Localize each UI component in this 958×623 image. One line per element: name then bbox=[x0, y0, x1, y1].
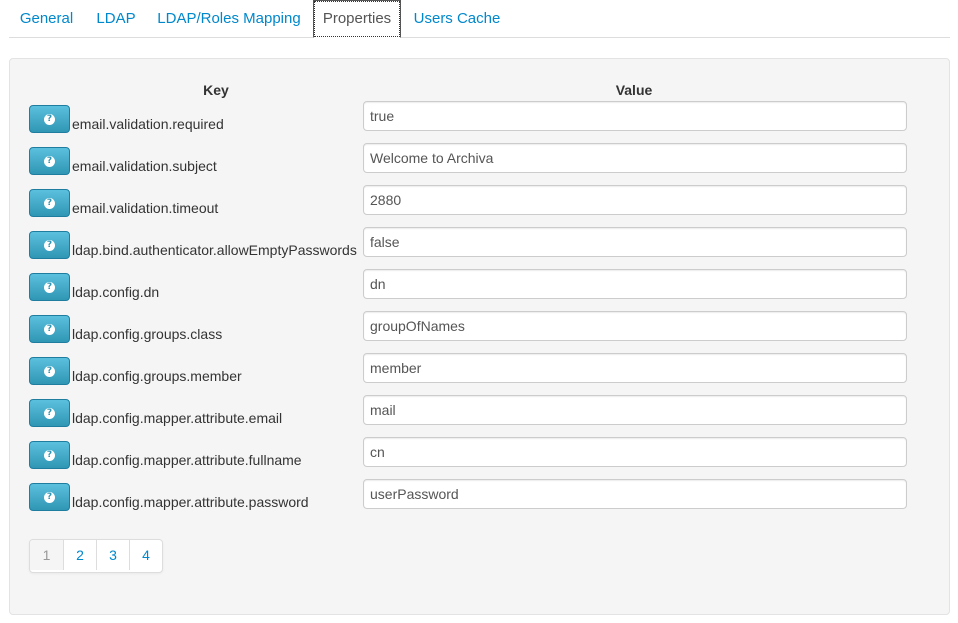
property-value-input[interactable] bbox=[363, 353, 907, 383]
question-circle-icon: ? bbox=[44, 323, 55, 335]
question-circle-icon: ? bbox=[44, 113, 55, 125]
help-button[interactable]: ? bbox=[29, 147, 70, 175]
property-value-input[interactable] bbox=[363, 185, 907, 215]
property-key: ldap.config.groups.class bbox=[72, 326, 223, 342]
value-column-header: Value bbox=[615, 82, 653, 98]
help-button[interactable]: ? bbox=[29, 483, 70, 511]
property-row: ? ldap.config.groups.member bbox=[0, 353, 958, 395]
property-value-input[interactable] bbox=[363, 227, 907, 257]
question-circle-icon: ? bbox=[44, 155, 55, 167]
property-value-input[interactable] bbox=[363, 311, 907, 341]
property-row: ? email.validation.timeout bbox=[0, 185, 958, 227]
help-button[interactable]: ? bbox=[29, 105, 70, 133]
question-circle-icon: ? bbox=[44, 197, 55, 209]
property-key: ldap.config.mapper.attribute.email bbox=[72, 410, 283, 426]
property-value-input[interactable] bbox=[363, 479, 907, 509]
question-circle-icon: ? bbox=[44, 407, 55, 419]
tab-users-cache[interactable]: Users Cache bbox=[405, 0, 509, 38]
property-key: email.validation.timeout bbox=[72, 200, 219, 216]
help-button[interactable]: ? bbox=[29, 231, 70, 259]
property-key: email.validation.required bbox=[72, 116, 224, 132]
help-button[interactable]: ? bbox=[29, 315, 70, 343]
property-value-input[interactable] bbox=[363, 101, 907, 131]
pagination: 1 2 3 4 bbox=[29, 539, 163, 573]
page-3-button[interactable]: 3 bbox=[96, 540, 129, 570]
property-value-input[interactable] bbox=[363, 143, 907, 173]
tab-ldap[interactable]: LDAP bbox=[87, 0, 145, 38]
question-circle-icon: ? bbox=[44, 365, 55, 377]
property-row: ? email.validation.subject bbox=[0, 143, 958, 185]
question-circle-icon: ? bbox=[44, 239, 55, 251]
property-key: ldap.config.dn bbox=[72, 284, 160, 300]
property-value-input[interactable] bbox=[363, 437, 907, 467]
property-value-input[interactable] bbox=[363, 395, 907, 425]
property-row: ? ldap.bind.authenticator.allowEmptyPass… bbox=[0, 227, 958, 269]
property-row: ? ldap.config.dn bbox=[0, 269, 958, 311]
page-2-button[interactable]: 2 bbox=[63, 540, 96, 570]
property-key: ldap.config.mapper.attribute.password bbox=[72, 494, 309, 510]
property-key: ldap.bind.authenticator.allowEmptyPasswo… bbox=[72, 242, 357, 258]
settings-tabs: General LDAP LDAP/Roles Mapping Properti… bbox=[9, 0, 950, 38]
property-row: ? ldap.config.mapper.attribute.fullname bbox=[0, 437, 958, 479]
property-value-input[interactable] bbox=[363, 269, 907, 299]
property-row: ? email.validation.required bbox=[0, 101, 958, 143]
page-4-button[interactable]: 4 bbox=[129, 540, 162, 570]
tab-ldap-roles-mapping[interactable]: LDAP/Roles Mapping bbox=[149, 0, 309, 38]
help-button[interactable]: ? bbox=[29, 399, 70, 427]
property-row: ? ldap.config.groups.class bbox=[0, 311, 958, 353]
question-circle-icon: ? bbox=[44, 281, 55, 293]
help-button[interactable]: ? bbox=[29, 189, 70, 217]
help-button[interactable]: ? bbox=[29, 357, 70, 385]
help-button[interactable]: ? bbox=[29, 273, 70, 301]
property-key: email.validation.subject bbox=[72, 158, 217, 174]
key-column-header: Key bbox=[203, 82, 229, 98]
help-button[interactable]: ? bbox=[29, 441, 70, 469]
property-row: ? ldap.config.mapper.attribute.email bbox=[0, 395, 958, 437]
question-circle-icon: ? bbox=[44, 491, 55, 503]
property-key: ldap.config.mapper.attribute.fullname bbox=[72, 452, 302, 468]
question-circle-icon: ? bbox=[44, 449, 55, 461]
tab-properties[interactable]: Properties bbox=[313, 0, 401, 38]
property-row: ? ldap.config.mapper.attribute.password bbox=[0, 479, 958, 521]
page-1-button[interactable]: 1 bbox=[30, 540, 63, 570]
property-key: ldap.config.groups.member bbox=[72, 368, 242, 384]
tab-general[interactable]: General bbox=[9, 0, 84, 38]
